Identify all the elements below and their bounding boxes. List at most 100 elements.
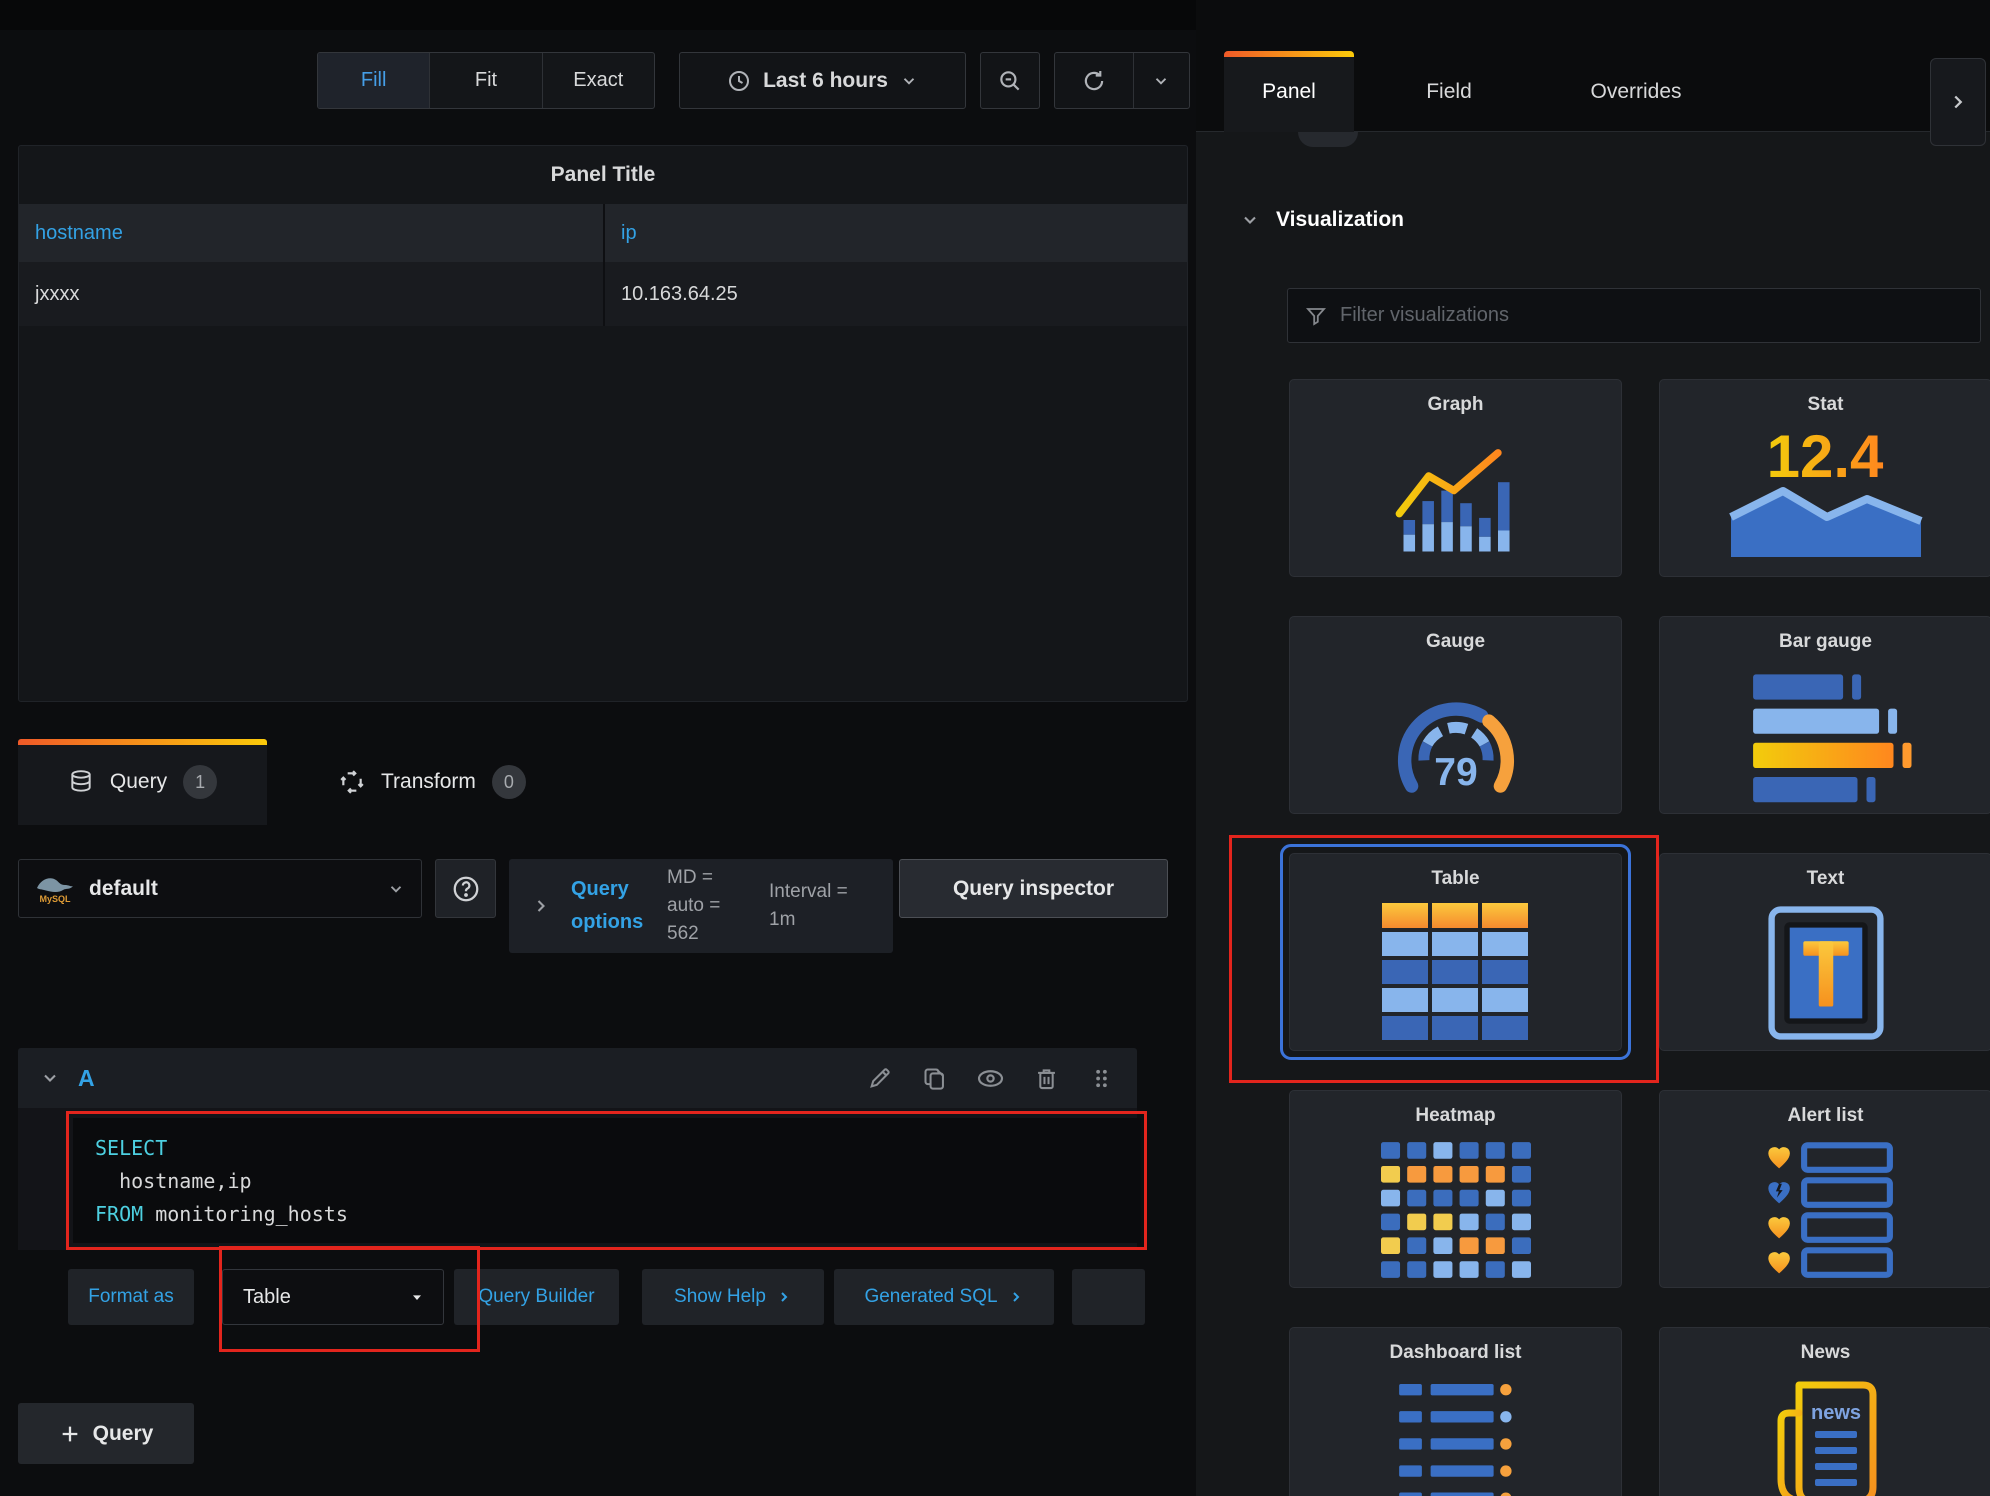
format-as-value: Table — [243, 1286, 409, 1309]
tab-scroll-artifact — [1298, 132, 1358, 147]
drag-handle-icon[interactable] — [1088, 1065, 1115, 1092]
filter-visualizations-input[interactable] — [1340, 304, 1964, 327]
time-range-picker[interactable]: Last 6 hours — [679, 52, 966, 109]
dashboard-list-icon — [1371, 1377, 1541, 1496]
stat-icon: 12.4 — [1711, 425, 1941, 565]
refresh-button-group — [1054, 52, 1190, 109]
tab-transform[interactable]: Transform 0 — [329, 739, 536, 825]
funnel-icon — [1304, 304, 1328, 328]
format-as-label: Format as — [68, 1269, 194, 1325]
table-icon — [1376, 901, 1536, 1046]
tab-field[interactable]: Field — [1394, 51, 1504, 132]
database-icon — [68, 769, 94, 795]
query-options-label: Query options — [571, 873, 647, 939]
viz-card-gauge[interactable]: Gauge 79 — [1289, 616, 1622, 814]
sql-line-1: SELECT — [95, 1132, 1141, 1165]
refresh-button[interactable] — [1055, 53, 1134, 108]
viz-card-bar-gauge[interactable]: Bar gauge — [1659, 616, 1990, 814]
query-options-md-summary: MD = auto = 562 — [667, 864, 749, 948]
exact-button[interactable]: Exact — [543, 53, 654, 108]
generated-sql-button[interactable]: Generated SQL — [834, 1269, 1054, 1325]
tab-panel[interactable]: Panel — [1224, 51, 1354, 132]
stat-value: 12.4 — [1766, 425, 1883, 490]
sql-line-3: FROM monitoring_hosts — [95, 1198, 1141, 1231]
viz-card-heatmap[interactable]: Heatmap — [1289, 1090, 1622, 1288]
chevron-down-icon — [387, 880, 405, 898]
chevron-down-icon — [1152, 72, 1170, 90]
options-pane: Panel Field Overrides Visualization Grap… — [1196, 0, 1990, 1496]
query-options-toggle[interactable]: Query options MD = auto = 562 Interval =… — [509, 859, 893, 953]
editor-tabs: Query 1 Transform 0 — [18, 739, 536, 825]
sql-line-2: hostname,ip — [95, 1165, 1141, 1198]
angle-right-icon — [1008, 1289, 1024, 1305]
alert-list-icon — [1741, 1140, 1911, 1280]
chevron-down-icon — [1240, 210, 1260, 230]
time-range-label: Last 6 hours — [763, 69, 888, 93]
options-pane-tabs: Panel Field Overrides — [1196, 0, 1990, 132]
angle-right-icon — [531, 896, 551, 916]
query-inspector-button[interactable]: Query inspector — [899, 859, 1168, 918]
panel-title: Panel Title — [19, 146, 1187, 204]
chevron-down-icon — [40, 1068, 60, 1088]
viz-card-table[interactable]: Table — [1289, 853, 1622, 1051]
extra-button[interactable] — [1072, 1269, 1145, 1325]
transform-count-badge: 0 — [492, 765, 526, 799]
zoom-out-button[interactable] — [980, 52, 1040, 109]
viz-card-alert-list[interactable]: Alert list — [1659, 1090, 1990, 1288]
collapse-pane-button[interactable] — [1930, 58, 1986, 146]
datasource-select[interactable]: MySQL default — [18, 859, 422, 918]
tab-query[interactable]: Query 1 — [18, 739, 267, 825]
clock-icon — [727, 69, 751, 93]
query-row-actions — [866, 1064, 1115, 1093]
column-header-ip[interactable]: ip — [605, 204, 1187, 262]
query-count-badge: 1 — [183, 765, 217, 799]
gauge-value: 79 — [1434, 751, 1477, 794]
chevron-down-icon — [900, 72, 918, 90]
visualization-section-toggle[interactable]: Visualization — [1240, 208, 1404, 232]
gauge-icon: 79 — [1381, 675, 1531, 797]
viz-card-graph[interactable]: Graph — [1289, 379, 1622, 577]
angle-right-icon — [776, 1289, 792, 1305]
panel-preview: Panel Title hostname ip jxxxx 10.163.64.… — [18, 145, 1188, 702]
viz-card-text[interactable]: Text — [1659, 853, 1990, 1051]
trash-icon[interactable] — [1033, 1065, 1060, 1092]
viewmode-group: Fill Fit Exact — [317, 52, 655, 109]
query-ref-id: A — [78, 1065, 866, 1092]
show-help-button[interactable]: Show Help — [642, 1269, 824, 1325]
filter-visualizations-field — [1287, 288, 1981, 343]
table-row: jxxxx 10.163.64.25 — [19, 262, 1187, 326]
graph-icon — [1393, 446, 1519, 552]
fill-button[interactable]: Fill — [318, 53, 430, 108]
query-options-interval-summary: Interval = 1m — [769, 878, 857, 934]
grafana-panel-editor: Fill Fit Exact Last 6 hours Panel Title … — [0, 0, 1990, 1496]
mysql-logo-icon: MySQL — [35, 871, 75, 907]
tab-overrides[interactable]: Overrides — [1546, 51, 1726, 132]
refresh-icon — [1081, 68, 1107, 94]
mysql-logo-text: MySQL — [39, 894, 71, 904]
datasource-help-button[interactable] — [435, 859, 496, 918]
transform-tab-label: Transform — [381, 770, 476, 794]
column-header-hostname[interactable]: hostname — [19, 204, 603, 262]
viz-card-news[interactable]: News news — [1659, 1327, 1990, 1496]
visualization-grid: Graph — [1289, 379, 1990, 1496]
query-row-header[interactable]: A — [18, 1048, 1137, 1108]
refresh-interval-dropdown[interactable] — [1134, 53, 1189, 108]
viz-card-dashboard-list[interactable]: Dashboard list — [1289, 1327, 1622, 1496]
eye-icon[interactable] — [976, 1064, 1005, 1093]
plus-icon — [59, 1423, 81, 1445]
query-builder-button[interactable]: Query Builder — [454, 1269, 619, 1325]
visualization-section-title: Visualization — [1276, 208, 1404, 232]
search-minus-icon — [997, 68, 1023, 94]
add-query-button[interactable]: Query — [18, 1403, 194, 1464]
bar-gauge-icon — [1731, 669, 1921, 804]
format-as-select[interactable]: Table — [222, 1269, 444, 1325]
sql-editor[interactable]: SELECT hostname,ipFROM monitoring_hosts — [73, 1118, 1141, 1243]
news-icon: news — [1751, 1377, 1901, 1496]
fit-button[interactable]: Fit — [430, 53, 542, 108]
copy-icon[interactable] — [921, 1065, 948, 1092]
viz-card-stat[interactable]: Stat 12.4 — [1659, 379, 1990, 577]
text-icon — [1767, 905, 1885, 1041]
pencil-icon[interactable] — [866, 1065, 893, 1092]
news-icon-text: news — [1810, 1402, 1860, 1424]
cell-ip: 10.163.64.25 — [605, 262, 1187, 326]
